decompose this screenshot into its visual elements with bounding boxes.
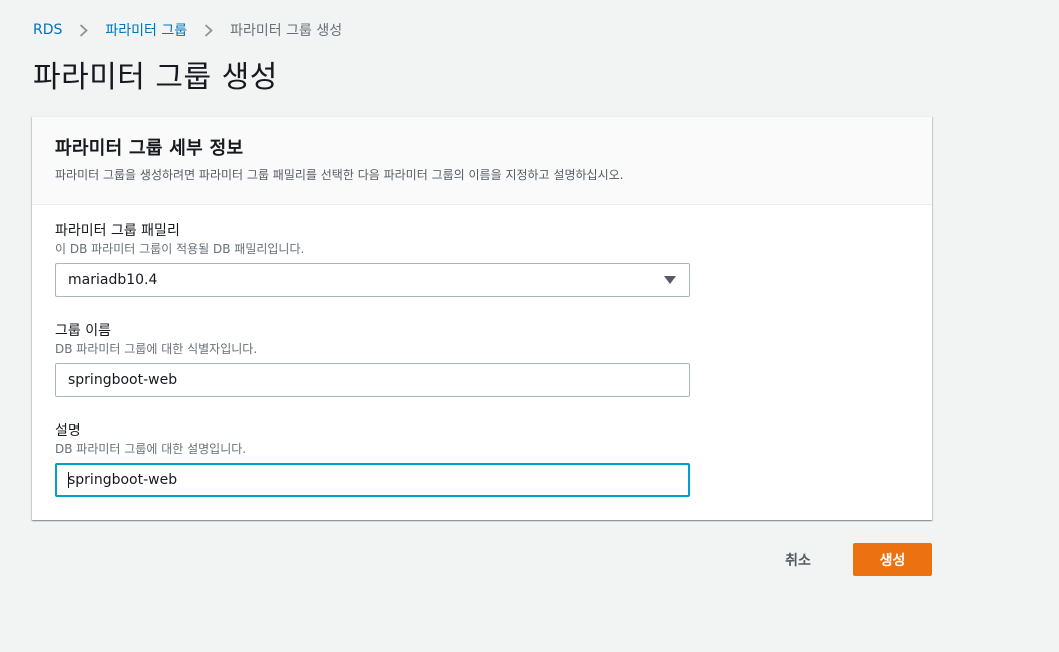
chevron-right-icon — [78, 23, 89, 37]
group-name-field: 그룹 이름 DB 파라미터 그룹에 대한 식별자입니다. springboot-… — [55, 320, 690, 397]
panel-description: 파라미터 그룹을 생성하려면 파라미터 그룹 패밀리를 선택한 다음 파라미터 … — [55, 168, 624, 182]
family-hint: 이 DB 파라미터 그룹이 적용될 DB 패밀리입니다. — [55, 242, 305, 256]
description-hint: DB 파라미터 그룹에 대한 설명입니다. — [55, 442, 247, 456]
description-label: 설명 — [55, 423, 81, 439]
parameter-group-details-panel: 파라미터 그룹 세부 정보 파라미터 그룹을 생성하려면 파라미터 그룹 패밀리… — [32, 116, 932, 520]
group-name-hint: DB 파라미터 그룹에 대한 식별자입니다. — [55, 342, 258, 356]
breadcrumb-item-rds[interactable]: RDS — [33, 22, 62, 38]
breadcrumb-item-current: 파라미터 그룹 생성 — [230, 23, 343, 39]
family-select-value: mariadb10.4 — [68, 272, 158, 288]
family-select[interactable]: mariadb10.4 — [55, 263, 690, 297]
family-field: 파라미터 그룹 패밀리 이 DB 파라미터 그룹이 적용될 DB 패밀리입니다.… — [55, 220, 690, 297]
panel-header: 파라미터 그룹 세부 정보 파라미터 그룹을 생성하려면 파라미터 그룹 패밀리… — [32, 117, 932, 205]
panel-title: 파라미터 그룹 세부 정보 — [55, 138, 244, 159]
group-name-input-value: springboot-web — [68, 372, 178, 388]
cancel-button[interactable]: 취소 — [768, 543, 828, 576]
form-actions: 취소 생성 — [0, 543, 932, 576]
description-field: 설명 DB 파라미터 그룹에 대한 설명입니다. springboot-web — [55, 420, 690, 497]
description-input-value: springboot-web — [68, 472, 178, 488]
page-title: 파라미터 그룹 생성 — [33, 60, 278, 95]
group-name-label: 그룹 이름 — [55, 323, 111, 339]
caret-down-icon — [663, 275, 677, 285]
create-button[interactable]: 생성 — [853, 543, 932, 576]
breadcrumb-item-parameter-groups[interactable]: 파라미터 그룹 — [105, 20, 187, 40]
breadcrumb: RDS 파라미터 그룹 파라미터 그룹 생성 — [33, 20, 342, 40]
family-label: 파라미터 그룹 패밀리 — [55, 223, 180, 239]
group-name-input[interactable]: springboot-web — [55, 363, 690, 397]
chevron-right-icon — [203, 23, 214, 37]
description-input[interactable]: springboot-web — [55, 463, 690, 497]
